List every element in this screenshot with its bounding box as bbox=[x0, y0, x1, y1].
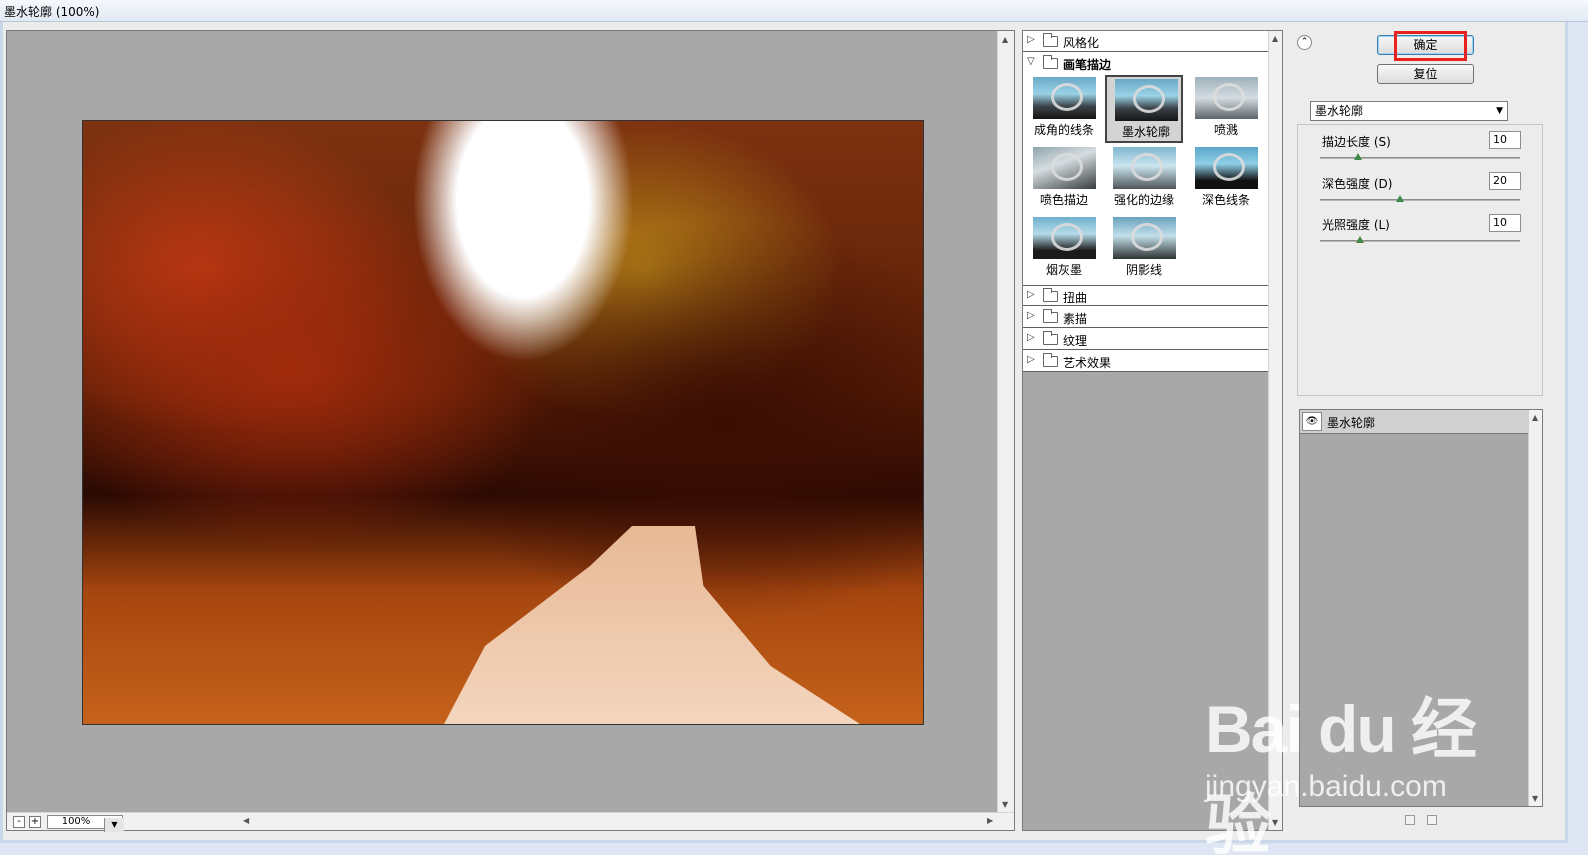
category-label: 素描 bbox=[1063, 312, 1088, 326]
thumb-spatter[interactable]: 喷溅 bbox=[1187, 75, 1265, 143]
dark-intensity-label: 深色强度 (D) bbox=[1322, 177, 1393, 191]
folder-icon bbox=[1043, 331, 1058, 345]
scroll-up-icon[interactable]: ▲ bbox=[1002, 35, 1008, 44]
preview-vertical-scrollbar[interactable]: ▲ ▼ bbox=[997, 31, 1014, 813]
expand-triangle-icon[interactable]: ▷ bbox=[1027, 310, 1035, 321]
preview-panel: ▲ ▼ - + 100% ▼ ◀ ▶ bbox=[6, 30, 1015, 832]
filter-parameters bbox=[1297, 124, 1543, 396]
title-bar: 墨水轮廓 (100%) bbox=[0, 0, 1588, 22]
category-label: 风格化 bbox=[1063, 36, 1100, 50]
scroll-up-icon[interactable]: ▲ bbox=[1272, 34, 1278, 43]
reset-button[interactable]: 复位 bbox=[1377, 64, 1474, 84]
thumbnail-image bbox=[1115, 79, 1178, 121]
scroll-up-icon[interactable]: ▲ bbox=[1532, 413, 1538, 422]
zoom-out-button[interactable]: - bbox=[13, 816, 25, 828]
folder-icon bbox=[1043, 309, 1058, 323]
dark-intensity-slider[interactable] bbox=[1320, 199, 1520, 201]
collapse-gallery-icon[interactable]: ⌃ bbox=[1297, 35, 1312, 50]
thumbnail-label: 深色线条 bbox=[1201, 193, 1250, 207]
scroll-right-icon[interactable]: ▶ bbox=[987, 816, 993, 825]
thumbnail-label: 成角的线条 bbox=[1033, 123, 1094, 137]
category-texture[interactable]: ▷ 纹理 bbox=[1023, 329, 1268, 350]
chevron-down-icon[interactable]: ▼ bbox=[104, 818, 124, 832]
watermark-url-text: jingyan.baidu.com bbox=[1205, 770, 1447, 803]
folder-open-icon bbox=[1043, 55, 1058, 69]
window-title: 墨水轮廓 (100%) bbox=[4, 5, 100, 19]
scroll-left-icon[interactable]: ◀ bbox=[243, 816, 249, 825]
thumbnail-image bbox=[1033, 147, 1096, 189]
stroke-length-field[interactable]: 10 bbox=[1489, 131, 1521, 149]
expand-triangle-icon[interactable]: ▷ bbox=[1027, 332, 1035, 343]
highlight-box bbox=[1394, 31, 1467, 61]
thumb-sumi-e[interactable]: 烟灰墨 bbox=[1025, 215, 1103, 283]
collapse-triangle-icon[interactable]: ▽ bbox=[1027, 56, 1035, 67]
expand-triangle-icon[interactable]: ▷ bbox=[1027, 34, 1035, 45]
folder-icon bbox=[1043, 288, 1058, 302]
light-intensity-field[interactable]: 10 bbox=[1489, 214, 1521, 232]
light-intensity-label: 光照强度 (L) bbox=[1322, 218, 1390, 232]
zoom-in-button[interactable]: + bbox=[29, 816, 41, 828]
category-distort[interactable]: ▷ 扭曲 bbox=[1023, 285, 1268, 306]
light-intensity-slider[interactable] bbox=[1320, 240, 1520, 242]
zoom-level-field[interactable]: 100% ▼ bbox=[47, 815, 124, 832]
preview-canvas[interactable] bbox=[7, 31, 997, 813]
watermark-main-text: Bai du 经验 bbox=[1205, 692, 1477, 855]
thumbnail-label: 烟灰墨 bbox=[1045, 263, 1082, 277]
effect-layer-name: 墨水轮廓 bbox=[1327, 416, 1376, 430]
stroke-length-slider[interactable] bbox=[1320, 157, 1520, 159]
thumb-accented-edges[interactable]: 强化的边缘 bbox=[1105, 145, 1183, 213]
thumb-ink-outlines[interactable]: 墨水轮廓 bbox=[1105, 75, 1183, 143]
category-artistic[interactable]: ▷ 艺术效果 bbox=[1023, 351, 1268, 372]
thumbnail-label: 墨水轮廓 bbox=[1121, 125, 1170, 139]
scroll-down-icon[interactable]: ▼ bbox=[1002, 800, 1008, 809]
dark-intensity-knob[interactable] bbox=[1396, 195, 1404, 202]
category-label: 画笔描边 bbox=[1063, 58, 1112, 72]
preview-bottom-bar: - + 100% ▼ ◀ ▶ bbox=[7, 812, 1014, 832]
filter-select-value: 墨水轮廓 bbox=[1315, 104, 1364, 118]
thumbnail-label: 喷溅 bbox=[1213, 123, 1238, 137]
stroke-length-label: 描边长度 (S) bbox=[1322, 135, 1391, 149]
thumbnail-label: 阴影线 bbox=[1125, 263, 1162, 277]
stroke-length-knob[interactable] bbox=[1354, 153, 1362, 160]
category-label: 扭曲 bbox=[1063, 291, 1088, 305]
thumbnail-image bbox=[1195, 147, 1258, 189]
category-brush-strokes[interactable]: ▽ 画笔描边 bbox=[1023, 53, 1268, 74]
thumbnail-image bbox=[1033, 217, 1096, 259]
road-shape bbox=[443, 526, 863, 724]
filter-select[interactable]: 墨水轮廓 ▼ bbox=[1310, 101, 1508, 121]
zoom-level-value: 100% bbox=[61, 816, 91, 827]
filter-thumbnails: 成角的线条 墨水轮廓 喷溅 喷色描边 强化的边缘 深色线条 烟灰墨 阴影线 bbox=[1023, 75, 1268, 285]
filter-list: ▷ 风格化 ▽ 画笔描边 成角的线条 墨水轮廓 喷溅 喷色描边 强化的边缘 深色… bbox=[1023, 31, 1268, 372]
expand-triangle-icon[interactable]: ▷ bbox=[1027, 289, 1035, 300]
thumbnail-image bbox=[1195, 77, 1258, 119]
thumb-dark-strokes[interactable]: 深色线条 bbox=[1187, 145, 1265, 213]
category-label: 纹理 bbox=[1063, 334, 1088, 348]
thumbnail-label: 强化的边缘 bbox=[1113, 193, 1174, 207]
dark-intensity-field[interactable]: 20 bbox=[1489, 172, 1521, 190]
thumbnail-label: 喷色描边 bbox=[1039, 193, 1088, 207]
layers-scrollbar[interactable]: ▲ ▼ bbox=[1528, 410, 1542, 806]
thumbnail-image bbox=[1113, 147, 1176, 189]
effect-layer-row[interactable]: 👁 墨水轮廓 bbox=[1300, 410, 1528, 434]
thumb-angled-strokes[interactable]: 成角的线条 bbox=[1025, 75, 1103, 143]
thumb-crosshatch[interactable]: 阴影线 bbox=[1105, 215, 1183, 283]
category-label: 艺术效果 bbox=[1063, 356, 1112, 370]
baidu-watermark: Bai du 经验 jingyan.baidu.com bbox=[1205, 676, 1490, 855]
expand-triangle-icon[interactable]: ▷ bbox=[1027, 354, 1035, 365]
thumb-sprayed-strokes[interactable]: 喷色描边 bbox=[1025, 145, 1103, 213]
chevron-down-icon: ▼ bbox=[1496, 106, 1503, 116]
preview-image bbox=[82, 120, 924, 725]
category-sketch[interactable]: ▷ 素描 bbox=[1023, 307, 1268, 328]
category-stylize[interactable]: ▷ 风格化 bbox=[1023, 31, 1268, 52]
thumbnail-image bbox=[1033, 77, 1096, 119]
folder-icon bbox=[1043, 353, 1058, 367]
thumbnail-image bbox=[1113, 217, 1176, 259]
eye-icon[interactable]: 👁 bbox=[1302, 412, 1322, 431]
scroll-down-icon[interactable]: ▼ bbox=[1532, 794, 1538, 803]
folder-icon bbox=[1043, 33, 1058, 47]
light-intensity-knob[interactable] bbox=[1356, 236, 1364, 243]
